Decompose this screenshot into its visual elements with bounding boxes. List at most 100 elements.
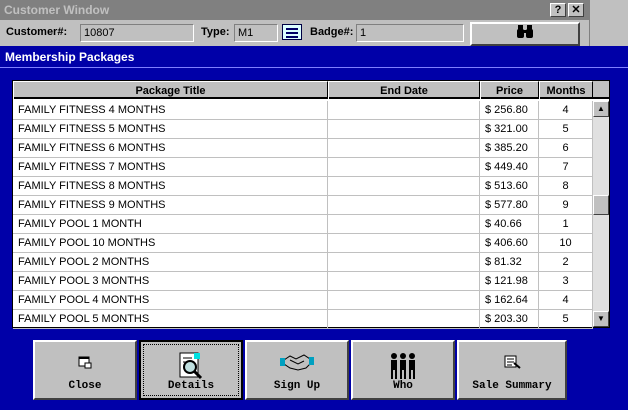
who-button-label: Who bbox=[393, 380, 413, 392]
sign-up-button-label: Sign Up bbox=[273, 380, 321, 392]
months-cell: 7 bbox=[539, 158, 593, 176]
end-date-cell bbox=[328, 272, 480, 290]
table-row[interactable]: FAMILY FITNESS 4 MONTHS $ 256.80 4 bbox=[13, 101, 593, 120]
table-row[interactable]: FAMILY POOL 2 MONTHS $ 81.32 2 bbox=[13, 253, 593, 272]
price-cell: $ 256.80 bbox=[480, 101, 539, 119]
customer-number-label: Customer#: bbox=[6, 26, 68, 38]
table-row[interactable]: FAMILY POOL 3 MONTHS $ 121.98 3 bbox=[13, 272, 593, 291]
months-cell: 10 bbox=[539, 234, 593, 252]
price-cell: $ 81.32 bbox=[480, 253, 539, 271]
end-date-cell bbox=[328, 196, 480, 214]
end-date-cell bbox=[328, 253, 480, 271]
column-header-end-date[interactable]: End Date bbox=[328, 81, 480, 99]
price-cell: $ 121.98 bbox=[480, 272, 539, 290]
handshake-icon bbox=[247, 352, 347, 376]
close-button[interactable]: Close bbox=[33, 340, 137, 400]
customer-window-title: Customer Window bbox=[4, 3, 110, 17]
scroll-up-button[interactable]: ▲ bbox=[593, 101, 609, 117]
package-title-cell: FAMILY POOL 1 MONTH bbox=[13, 215, 328, 233]
price-cell: $ 513.60 bbox=[480, 177, 539, 195]
badge-number-field[interactable]: 1 bbox=[356, 24, 464, 42]
months-cell: 6 bbox=[539, 139, 593, 157]
binoculars-icon bbox=[516, 25, 534, 44]
package-title-cell: FAMILY POOL 4 MONTHS bbox=[13, 291, 328, 309]
package-title-cell: FAMILY FITNESS 6 MONTHS bbox=[13, 139, 328, 157]
package-title-cell: FAMILY POOL 3 MONTHS bbox=[13, 272, 328, 290]
type-label: Type: bbox=[201, 26, 230, 38]
end-date-cell bbox=[328, 139, 480, 157]
months-cell: 4 bbox=[539, 291, 593, 309]
price-cell: $ 40.66 bbox=[480, 215, 539, 233]
arrow-up-icon: ▲ bbox=[597, 104, 605, 113]
magnifier-icon bbox=[141, 352, 241, 380]
close-window-button[interactable]: ✕ bbox=[568, 3, 584, 17]
price-cell: $ 577.80 bbox=[480, 196, 539, 214]
end-date-cell bbox=[328, 310, 480, 328]
table-row[interactable]: FAMILY POOL 1 MONTH $ 40.66 1 bbox=[13, 215, 593, 234]
price-cell: $ 385.20 bbox=[480, 139, 539, 157]
package-title-cell: FAMILY POOL 2 MONTHS bbox=[13, 253, 328, 271]
column-header-package-title[interactable]: Package Title bbox=[13, 81, 328, 99]
close-icon bbox=[35, 352, 135, 376]
scrollbar-thumb[interactable] bbox=[593, 195, 609, 215]
table-row[interactable]: FAMILY POOL 5 MONTHS $ 203.30 5 bbox=[13, 310, 593, 329]
sign-up-button[interactable]: Sign Up bbox=[245, 340, 349, 400]
package-title-cell: FAMILY POOL 5 MONTHS bbox=[13, 310, 328, 328]
table-row[interactable]: FAMILY FITNESS 5 MONTHS $ 321.00 5 bbox=[13, 120, 593, 139]
months-cell: 2 bbox=[539, 253, 593, 271]
table-row[interactable]: FAMILY FITNESS 7 MONTHS $ 449.40 7 bbox=[13, 158, 593, 177]
months-cell: 8 bbox=[539, 177, 593, 195]
price-cell: $ 406.60 bbox=[480, 234, 539, 252]
dialog-toolbar: Close Details Sign Up Who Sale Summary bbox=[33, 340, 573, 400]
end-date-cell bbox=[328, 120, 480, 138]
end-date-cell bbox=[328, 177, 480, 195]
end-date-cell bbox=[328, 158, 480, 176]
arrow-down-icon: ▼ bbox=[597, 314, 605, 323]
package-title-cell: FAMILY FITNESS 4 MONTHS bbox=[13, 101, 328, 119]
vertical-scrollbar[interactable]: ▲ ▼ bbox=[593, 101, 609, 327]
package-title-cell: FAMILY FITNESS 8 MONTHS bbox=[13, 177, 328, 195]
sale-summary-button-label: Sale Summary bbox=[472, 380, 552, 392]
price-cell: $ 321.00 bbox=[480, 120, 539, 138]
table-row[interactable]: FAMILY FITNESS 9 MONTHS $ 577.80 9 bbox=[13, 196, 593, 215]
package-title-cell: FAMILY POOL 10 MONTHS bbox=[13, 234, 328, 252]
customer-window-titlebar[interactable]: Customer Window bbox=[0, 0, 590, 20]
table-row[interactable]: FAMILY FITNESS 6 MONTHS $ 385.20 6 bbox=[13, 139, 593, 158]
months-cell: 4 bbox=[539, 101, 593, 119]
end-date-cell bbox=[328, 234, 480, 252]
table-header: Package Title End Date Price Months bbox=[13, 81, 609, 99]
membership-packages-dialog: Membership Packages Package Title End Da… bbox=[0, 46, 628, 410]
details-button[interactable]: Details bbox=[139, 340, 243, 400]
type-field[interactable]: M1 bbox=[234, 24, 278, 42]
packages-table: Package Title End Date Price Months FAMI… bbox=[12, 80, 610, 329]
search-button[interactable] bbox=[470, 22, 580, 46]
package-title-cell: FAMILY FITNESS 5 MONTHS bbox=[13, 120, 328, 138]
sale-summary-button[interactable]: Sale Summary bbox=[457, 340, 567, 400]
column-header-price[interactable]: Price bbox=[480, 81, 539, 99]
help-button[interactable]: ? bbox=[550, 3, 566, 17]
table-row[interactable]: FAMILY POOL 4 MONTHS $ 162.64 4 bbox=[13, 291, 593, 310]
customer-number-field[interactable]: 10807 bbox=[80, 24, 194, 42]
column-header-months[interactable]: Months bbox=[539, 81, 593, 99]
summary-icon bbox=[459, 352, 565, 376]
price-cell: $ 162.64 bbox=[480, 291, 539, 309]
details-button-label: Details bbox=[167, 380, 215, 392]
months-cell: 5 bbox=[539, 120, 593, 138]
table-row[interactable]: FAMILY FITNESS 8 MONTHS $ 513.60 8 bbox=[13, 177, 593, 196]
dialog-title: Membership Packages bbox=[5, 50, 135, 64]
scroll-down-button[interactable]: ▼ bbox=[593, 311, 609, 327]
close-button-label: Close bbox=[68, 380, 102, 392]
end-date-cell bbox=[328, 215, 480, 233]
package-title-cell: FAMILY FITNESS 7 MONTHS bbox=[13, 158, 328, 176]
list-icon[interactable] bbox=[282, 24, 302, 40]
customer-window: Customer Window ? ✕ Customer#: 10807 Typ… bbox=[0, 0, 590, 46]
months-cell: 5 bbox=[539, 310, 593, 328]
people-icon bbox=[353, 352, 453, 379]
months-cell: 3 bbox=[539, 272, 593, 290]
badge-number-label: Badge#: bbox=[310, 26, 354, 38]
table-row[interactable]: FAMILY POOL 10 MONTHS $ 406.60 10 bbox=[13, 234, 593, 253]
who-button[interactable]: Who bbox=[351, 340, 455, 400]
months-cell: 1 bbox=[539, 215, 593, 233]
dialog-titlebar[interactable]: Membership Packages bbox=[0, 46, 628, 68]
end-date-cell bbox=[328, 101, 480, 119]
